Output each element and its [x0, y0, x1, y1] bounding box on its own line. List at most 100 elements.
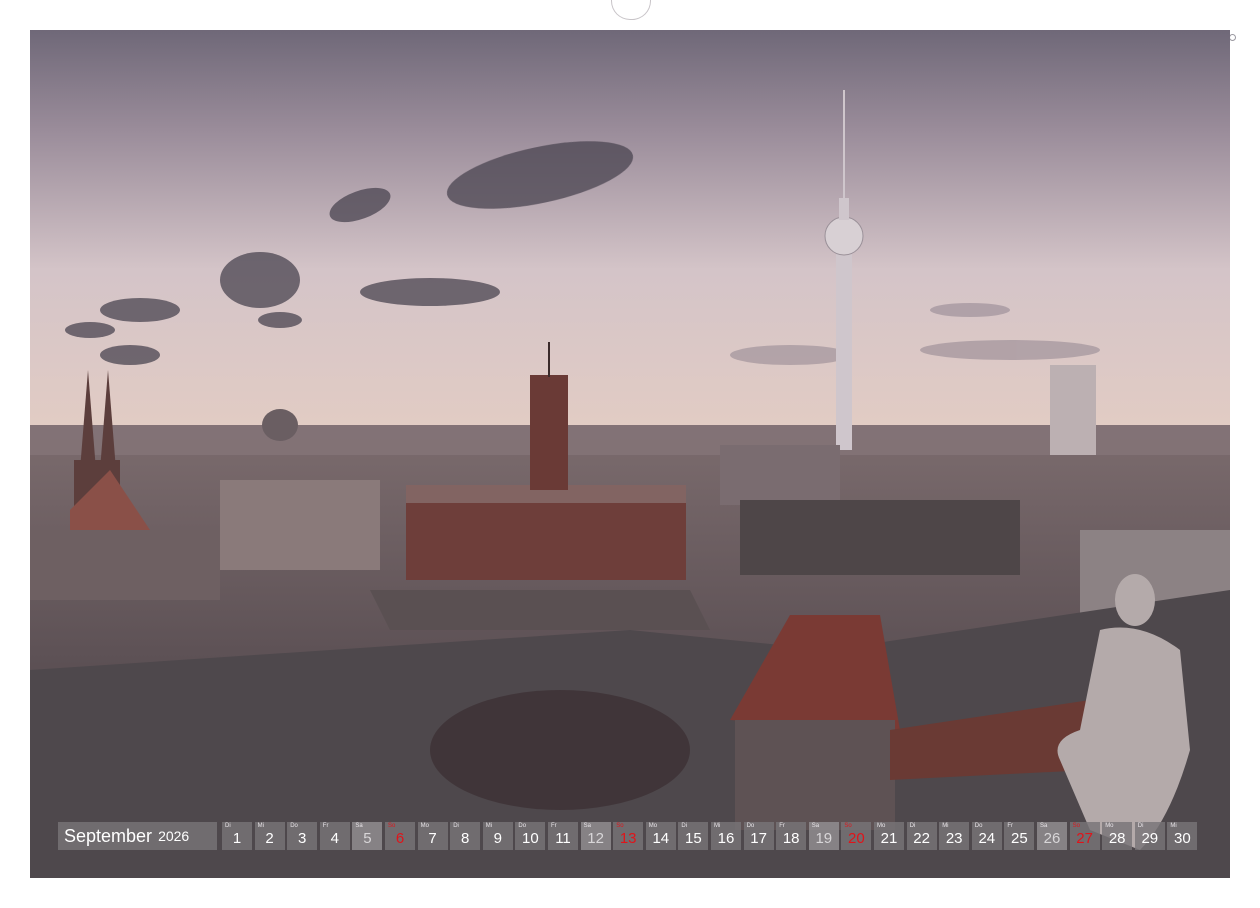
- calendar-day: Mo 28: [1102, 822, 1133, 850]
- day-number: 1: [232, 830, 242, 847]
- weekday-abbr: Sa: [811, 823, 820, 829]
- weekday-abbr: Mi: [714, 823, 721, 829]
- day-number: 24: [978, 830, 996, 847]
- calendar-day: Do 24: [971, 822, 1002, 850]
- weekday-abbr: Mi: [485, 823, 493, 829]
- day-number: 22: [913, 830, 930, 847]
- weekday-abbr: Fr: [1007, 823, 1014, 829]
- weekday-abbr: Di: [225, 823, 231, 829]
- calendar-day: Sa 12: [580, 822, 611, 850]
- weekday-abbr: Fr: [779, 823, 785, 829]
- calendar-day: Mi 9: [482, 822, 513, 850]
- calendar-day: Do 17: [743, 822, 774, 850]
- day-number: 11: [555, 830, 571, 847]
- calendar-day: Mo 21: [874, 822, 904, 850]
- day-number: 12: [587, 830, 604, 847]
- calendar-day: Fr 25: [1004, 822, 1035, 850]
- day-number: 19: [815, 830, 833, 847]
- calendar-day: Mi 23: [939, 822, 970, 850]
- weekday-abbr: Sa: [355, 823, 363, 829]
- calendar-day: Sa 26: [1037, 822, 1067, 850]
- month-label: September 2026: [58, 822, 217, 850]
- day-number: 16: [717, 830, 735, 847]
- calendar-day: Di 8: [450, 822, 481, 850]
- weekday-abbr: Do: [974, 823, 983, 829]
- berlin-skyline-photo: [30, 30, 1230, 878]
- weekday-abbr: Sa: [1040, 823, 1048, 829]
- day-number: 21: [880, 830, 898, 847]
- weekday-abbr: Mi: [1170, 823, 1177, 829]
- calendar-day: Sa 19: [808, 822, 839, 850]
- day-number: 28: [1108, 830, 1126, 847]
- weekday-abbr: Di: [681, 823, 688, 829]
- calendar-hanger-cutout: [611, 0, 651, 20]
- day-number: 26: [1043, 830, 1061, 847]
- weekday-abbr: Di: [453, 823, 459, 829]
- calendar-day: Di 22: [906, 822, 937, 850]
- calendar-day: Mi 2: [254, 822, 285, 850]
- weekday-abbr: Di: [909, 823, 916, 829]
- cathedral-dome: [262, 409, 298, 441]
- day-number: 20: [848, 830, 865, 847]
- calendar-day: Di 1: [222, 822, 252, 850]
- weekday-abbr: So: [388, 823, 396, 829]
- weekday-abbr: Do: [746, 823, 755, 829]
- weekday-abbr: So: [844, 823, 852, 829]
- day-number: 29: [1141, 830, 1159, 847]
- day-number: 14: [652, 830, 670, 847]
- calendar-day: Mi 16: [711, 822, 741, 850]
- day-number: 27: [1076, 830, 1093, 847]
- calendar-day: So 13: [613, 822, 644, 850]
- calendar-day: Mo 7: [417, 822, 448, 850]
- city-panorama: [30, 30, 1230, 878]
- weekday-abbr: So: [616, 823, 624, 829]
- day-number: 23: [945, 830, 963, 847]
- calendar-day: Mi 30: [1167, 822, 1198, 850]
- calendar-day: Sa 5: [352, 822, 383, 850]
- weekday-abbr: Mo: [1105, 823, 1114, 829]
- weekday-abbr: Mi: [257, 823, 264, 829]
- calendar-day: So 6: [385, 822, 415, 850]
- day-number: 3: [298, 830, 307, 847]
- calendar-day: So 20: [841, 822, 872, 850]
- day-number: 7: [428, 830, 437, 847]
- day-number: 10: [522, 830, 539, 847]
- month-name: September: [64, 825, 153, 846]
- weekday-abbr: So: [1072, 823, 1080, 829]
- weekday-abbr: Do: [518, 823, 527, 829]
- weekday-abbr: Fr: [551, 823, 557, 829]
- weekday-abbr: Do: [290, 823, 298, 829]
- day-number: 25: [1011, 830, 1028, 847]
- day-number: 2: [265, 830, 274, 847]
- calendar-day: So 27: [1069, 822, 1100, 850]
- binding-hole: [1229, 34, 1236, 41]
- calendar-day: Do 10: [515, 822, 546, 850]
- weekday-abbr: Di: [1137, 823, 1144, 829]
- day-number: 4: [330, 830, 339, 847]
- day-number: 8: [461, 830, 470, 847]
- day-number: 6: [395, 830, 405, 847]
- month-year: 2026: [158, 828, 190, 844]
- calendar-day: Mo 14: [645, 822, 676, 850]
- day-number: 5: [363, 830, 372, 847]
- weekday-abbr: Mo: [420, 823, 429, 829]
- calendar-day: Di 29: [1134, 822, 1165, 850]
- calendar-day: Fr 18: [776, 822, 807, 850]
- weekday-abbr: Fr: [322, 823, 329, 829]
- weekday-abbr: Mo: [877, 823, 886, 829]
- day-number: 18: [782, 830, 800, 847]
- calendar-day: Fr 11: [548, 822, 578, 850]
- weekday-abbr: Sa: [583, 823, 591, 829]
- day-number: 17: [750, 830, 767, 847]
- trees: [430, 690, 690, 810]
- calendar-day: Fr 4: [319, 822, 350, 850]
- day-number: 15: [685, 830, 702, 847]
- day-number: 30: [1174, 830, 1191, 847]
- calendar-day: Do 3: [287, 822, 318, 850]
- calendar-day: Di 15: [678, 822, 709, 850]
- day-number: 13: [619, 830, 637, 847]
- weekday-abbr: Mi: [942, 823, 949, 829]
- highrise: [1050, 365, 1096, 455]
- weekday-abbr: Mo: [648, 823, 658, 829]
- day-number: 9: [493, 830, 502, 847]
